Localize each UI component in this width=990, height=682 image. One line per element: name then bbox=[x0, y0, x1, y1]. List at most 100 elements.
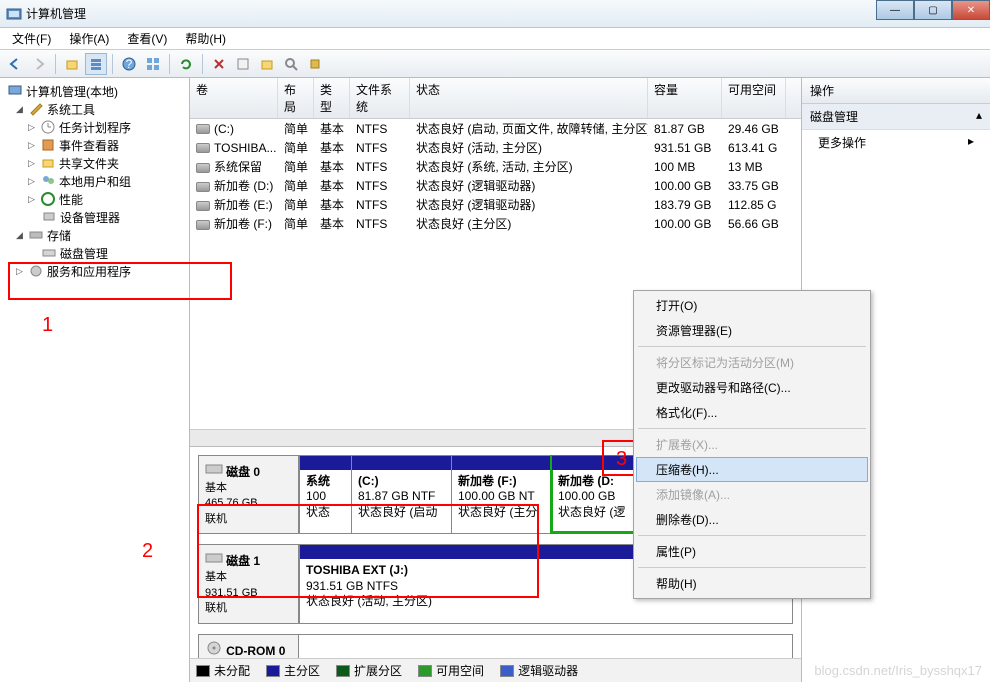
cell-status: 状态良好 (系统, 活动, 主分区) bbox=[410, 157, 648, 176]
cell-name: (C:) bbox=[190, 121, 278, 137]
actions-disk-mgmt[interactable]: 磁盘管理 ▴ bbox=[802, 104, 990, 130]
menu-file[interactable]: 文件(F) bbox=[4, 28, 59, 49]
tree-label: 本地用户和组 bbox=[59, 173, 131, 190]
disk-info[interactable]: 磁盘 1基本931.51 GB联机 bbox=[199, 545, 299, 623]
disk-info[interactable]: CD-ROM 0DVD (G:) bbox=[199, 635, 299, 658]
tree-device-manager[interactable]: 设备管理器 bbox=[0, 208, 189, 226]
folder-button[interactable] bbox=[256, 53, 278, 75]
ctx-shrink[interactable]: 压缩卷(H)... bbox=[636, 457, 868, 482]
col-volume[interactable]: 卷 bbox=[190, 78, 278, 118]
partition[interactable]: 系统100状态 bbox=[299, 456, 351, 534]
help-button[interactable]: ? bbox=[118, 53, 140, 75]
cell-status: 状态良好 (启动, 页面文件, 故障转储, 主分区) bbox=[410, 119, 648, 138]
partition[interactable]: (C:)81.87 GB NTF状态良好 (启动 bbox=[351, 456, 451, 534]
tree-storage[interactable]: ◢ 存储 bbox=[0, 226, 189, 244]
clock-icon bbox=[40, 119, 56, 135]
cell-fs: NTFS bbox=[350, 159, 410, 175]
tree-label: 设备管理器 bbox=[60, 209, 120, 226]
cell-name: TOSHIBA... bbox=[190, 140, 278, 156]
menu-action[interactable]: 操作(A) bbox=[61, 28, 117, 49]
maximize-button[interactable]: ▢ bbox=[914, 0, 952, 20]
collapse-icon[interactable]: ◢ bbox=[14, 230, 25, 241]
disk-info[interactable]: 磁盘 0基本465.76 GB联机 bbox=[199, 456, 299, 534]
expand-icon[interactable]: ▷ bbox=[26, 158, 37, 169]
legend-swatch bbox=[266, 665, 280, 677]
volume-row[interactable]: 新加卷 (D:)简单基本NTFS状态良好 (逻辑驱动器)100.00 GB33.… bbox=[190, 176, 801, 195]
cell-layout: 简单 bbox=[278, 157, 314, 176]
ctx-properties[interactable]: 属性(P) bbox=[636, 539, 868, 564]
volume-row[interactable]: TOSHIBA...简单基本NTFS状态良好 (活动, 主分区)931.51 G… bbox=[190, 138, 801, 157]
cell-capacity: 100.00 GB bbox=[648, 216, 722, 232]
tree-label: 存储 bbox=[47, 227, 71, 244]
properties-button[interactable] bbox=[232, 53, 254, 75]
cell-fs: NTFS bbox=[350, 216, 410, 232]
close-button[interactable]: ✕ bbox=[952, 0, 990, 20]
col-status[interactable]: 状态 bbox=[410, 78, 648, 118]
col-free[interactable]: 可用空间 bbox=[722, 78, 786, 118]
search-button[interactable] bbox=[280, 53, 302, 75]
up-button[interactable] bbox=[61, 53, 83, 75]
device-icon bbox=[41, 209, 57, 225]
col-fs[interactable]: 文件系统 bbox=[350, 78, 410, 118]
volume-row[interactable]: 新加卷 (E:)简单基本NTFS状态良好 (逻辑驱动器)183.79 GB112… bbox=[190, 195, 801, 214]
expand-icon[interactable]: ▷ bbox=[26, 140, 37, 151]
tree-performance[interactable]: ▷ 性能 bbox=[0, 190, 189, 208]
cell-fs: NTFS bbox=[350, 197, 410, 213]
legend-swatch bbox=[196, 665, 210, 677]
cell-capacity: 183.79 GB bbox=[648, 197, 722, 213]
ctx-delete[interactable]: 删除卷(D)... bbox=[636, 507, 868, 532]
shared-icon bbox=[40, 155, 56, 171]
volume-row[interactable]: 新加卷 (F:)简单基本NTFS状态良好 (主分区)100.00 GB56.66… bbox=[190, 214, 801, 233]
tree-system-tools[interactable]: ◢ 系统工具 bbox=[0, 100, 189, 118]
menu-view[interactable]: 查看(V) bbox=[119, 28, 175, 49]
expand-icon[interactable]: ▷ bbox=[26, 194, 37, 205]
tree-root[interactable]: 计算机管理(本地) bbox=[0, 82, 189, 100]
actions-more[interactable]: 更多操作 ▸ bbox=[802, 130, 990, 155]
expand-icon[interactable]: ▷ bbox=[14, 266, 25, 277]
view-icon[interactable] bbox=[142, 53, 164, 75]
navigation-tree[interactable]: 计算机管理(本地) ◢ 系统工具 ▷ 任务计划程序 ▷ 事件查看器 ▷ 共享文件… bbox=[0, 78, 190, 682]
tree-local-users[interactable]: ▷ 本地用户和组 bbox=[0, 172, 189, 190]
ctx-open[interactable]: 打开(O) bbox=[636, 293, 868, 318]
ctx-change-letter[interactable]: 更改驱动器号和路径(C)... bbox=[636, 375, 868, 400]
volume-row[interactable]: 系统保留简单基本NTFS状态良好 (系统, 活动, 主分区)100 MB13 M… bbox=[190, 157, 801, 176]
expand-icon[interactable]: ▷ bbox=[26, 122, 37, 133]
expand-icon[interactable]: ▷ bbox=[26, 176, 37, 187]
chevron-right-icon: ▸ bbox=[968, 134, 974, 151]
tree-task-scheduler[interactable]: ▷ 任务计划程序 bbox=[0, 118, 189, 136]
tree-disk-management[interactable]: 磁盘管理 bbox=[0, 244, 189, 262]
window-controls: — ▢ ✕ bbox=[876, 0, 990, 20]
legend-swatch bbox=[500, 665, 514, 677]
forward-button[interactable] bbox=[28, 53, 50, 75]
cell-capacity: 81.87 GB bbox=[648, 121, 722, 137]
actions-label: 磁盘管理 bbox=[810, 108, 858, 125]
delete-button[interactable] bbox=[208, 53, 230, 75]
list-button[interactable] bbox=[85, 53, 107, 75]
partition[interactable]: 新加卷 (D:100.00 GB状态良好 (逻 bbox=[551, 456, 641, 534]
tree-shared-folders[interactable]: ▷ 共享文件夹 bbox=[0, 154, 189, 172]
settings-icon[interactable] bbox=[304, 53, 326, 75]
cell-type: 基本 bbox=[314, 176, 350, 195]
perf-icon bbox=[40, 191, 56, 207]
ctx-format[interactable]: 格式化(F)... bbox=[636, 400, 868, 425]
col-layout[interactable]: 布局 bbox=[278, 78, 314, 118]
refresh-button[interactable] bbox=[175, 53, 197, 75]
ctx-explorer[interactable]: 资源管理器(E) bbox=[636, 318, 868, 343]
collapse-icon[interactable]: ◢ bbox=[14, 104, 25, 115]
ctx-help[interactable]: 帮助(H) bbox=[636, 571, 868, 596]
tree-event-viewer[interactable]: ▷ 事件查看器 bbox=[0, 136, 189, 154]
cell-free: 33.75 GB bbox=[722, 178, 786, 194]
col-capacity[interactable]: 容量 bbox=[648, 78, 722, 118]
partition[interactable]: 新加卷 (F:)100.00 GB NT状态良好 (主分 bbox=[451, 456, 551, 534]
actions-header: 操作 bbox=[802, 78, 990, 104]
cell-layout: 简单 bbox=[278, 138, 314, 157]
tree-services-apps[interactable]: ▷ 服务和应用程序 bbox=[0, 262, 189, 280]
minimize-button[interactable]: — bbox=[876, 0, 914, 20]
volume-row[interactable]: (C:)简单基本NTFS状态良好 (启动, 页面文件, 故障转储, 主分区)81… bbox=[190, 119, 801, 138]
cell-capacity: 100.00 GB bbox=[648, 178, 722, 194]
cell-layout: 简单 bbox=[278, 176, 314, 195]
menu-help[interactable]: 帮助(H) bbox=[177, 28, 234, 49]
volume-rows: (C:)简单基本NTFS状态良好 (启动, 页面文件, 故障转储, 主分区)81… bbox=[190, 119, 801, 233]
col-type[interactable]: 类型 bbox=[314, 78, 350, 118]
back-button[interactable] bbox=[4, 53, 26, 75]
